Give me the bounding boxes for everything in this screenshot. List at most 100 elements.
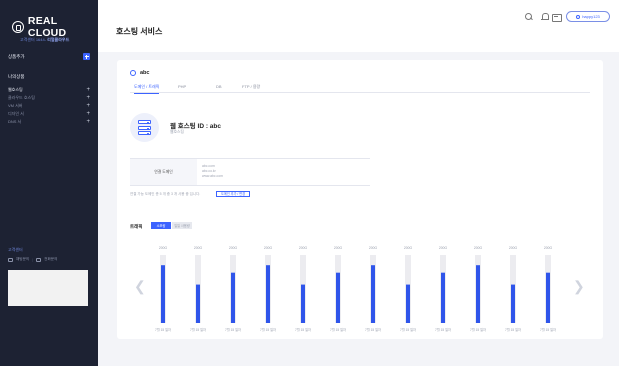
chart-bar[interactable] bbox=[511, 284, 515, 323]
logo-text: REAL CLOUD bbox=[27, 15, 67, 39]
chart-top-label: 200G bbox=[369, 246, 378, 250]
chart-category-label: 7월 15 일자 bbox=[365, 327, 381, 332]
chart-category-label: 7월 15 일자 bbox=[540, 327, 556, 332]
hosting-id-title: 웹 호스팅 ID : abc bbox=[170, 123, 222, 130]
sidebar-item-dns[interactable]: DNS 서 + bbox=[8, 118, 90, 126]
divider: | bbox=[32, 257, 34, 262]
chart-bar-group: 200G 7월 15 일자 bbox=[155, 246, 171, 332]
chart-category-label: 7월 15 일자 bbox=[505, 327, 521, 332]
chart-top-label: 200G bbox=[474, 246, 483, 250]
chart-bar-group: 200G 7월 15 일자 bbox=[505, 246, 521, 332]
chart-bar-group: 200G 7월 15 일자 bbox=[435, 246, 451, 332]
chart-top-label: 200G bbox=[439, 246, 448, 250]
banner-placeholder bbox=[8, 270, 88, 306]
chat-link[interactable]: 채팅문의 bbox=[16, 257, 29, 262]
chart-top-label: 200G bbox=[334, 246, 343, 250]
chart-top-label: 200G bbox=[509, 246, 518, 250]
tab-ftp-storage[interactable]: FTP / 용량 bbox=[242, 84, 260, 90]
chart-category-label: 7월 15 일자 bbox=[330, 327, 346, 332]
chevron-left-icon[interactable]: ❮ bbox=[134, 278, 146, 295]
my-products-heading: 나의상품 bbox=[8, 74, 25, 79]
service-header: abc bbox=[130, 70, 149, 76]
plus-icon[interactable]: + bbox=[86, 95, 90, 101]
hosting-card: abc 도메인 / 트래픽 PHP DB FTP / 용량 웹 호스팅 ID :… bbox=[117, 60, 603, 339]
chart-bar[interactable] bbox=[476, 265, 480, 323]
chart-top-label: 200G bbox=[194, 246, 203, 250]
chart-bar[interactable] bbox=[231, 272, 235, 323]
tab-db[interactable]: DB bbox=[216, 84, 222, 89]
sidebar-item-web-hosting[interactable]: 웹호스팅 + bbox=[8, 86, 90, 94]
sidebar-item-label: 디자인 서 bbox=[8, 111, 24, 116]
sidebar-item-design[interactable]: 디자인 서 + bbox=[8, 110, 90, 118]
chart-bar-group: 200G 7월 15 일자 bbox=[400, 246, 416, 332]
chart-bar-group: 200G 7월 15 일자 bbox=[540, 246, 556, 332]
server-unit bbox=[138, 120, 151, 124]
logo-icon bbox=[12, 21, 24, 33]
phone-icon bbox=[36, 257, 42, 262]
search-icon[interactable] bbox=[525, 13, 532, 20]
chart-top-label: 200G bbox=[264, 246, 273, 250]
tab-php[interactable]: PHP bbox=[178, 84, 186, 89]
add-domain-button[interactable]: 도메인 추가 / 변경 bbox=[216, 190, 250, 197]
chart-bar-group: 200G 7월 15 일자 bbox=[225, 246, 241, 332]
chart-bar-group: 200G 7월 15 일자 bbox=[470, 246, 486, 332]
domain-table-label: 연결 도메인 bbox=[130, 159, 197, 185]
plus-icon[interactable]: + bbox=[86, 111, 90, 117]
add-product-label: 상품추가 bbox=[8, 53, 25, 59]
chart-bar[interactable] bbox=[406, 284, 410, 323]
chart-bar[interactable] bbox=[301, 284, 305, 323]
chart-bar[interactable] bbox=[336, 272, 340, 323]
user-name: happy123 bbox=[582, 14, 600, 19]
document-icon[interactable] bbox=[552, 13, 562, 22]
service-name: abc bbox=[140, 70, 150, 76]
plus-icon[interactable]: + bbox=[86, 103, 90, 109]
sidebar-item-label: 웹호스팅 bbox=[8, 87, 23, 92]
sidebar-item-label: VM 서버 bbox=[8, 103, 23, 108]
chart-top-label: 200G bbox=[229, 246, 238, 250]
domain-table: 연결 도메인 abc.com abc.co.kr www.abc.com bbox=[130, 158, 370, 186]
service-status-icon bbox=[130, 70, 136, 76]
domain-note: 연결 가능 도메인 총 5 개 중 3 개 사용 중 입니다. bbox=[130, 192, 201, 196]
chart-bar[interactable] bbox=[161, 265, 165, 323]
add-product-button[interactable] bbox=[83, 53, 90, 60]
chart-bar[interactable] bbox=[196, 284, 200, 323]
server-icon bbox=[130, 113, 159, 142]
support-line: 고객센터 1644- 리얼클라우드 bbox=[20, 37, 69, 43]
user-menu-button[interactable]: happy123 bbox=[566, 11, 610, 22]
bell-icon[interactable] bbox=[541, 13, 549, 20]
domain-list: abc.com abc.co.kr www.abc.com bbox=[202, 164, 223, 179]
sidebar-item-vm[interactable]: VM 서버 + bbox=[8, 102, 90, 110]
sidebar-item-label: 클라우드 호스팅 bbox=[8, 95, 35, 100]
usage-total-button[interactable]: 소모량 bbox=[151, 222, 171, 229]
chart-top-label: 200G bbox=[299, 246, 308, 250]
chart-bar-group: 200G 7월 15 일자 bbox=[365, 246, 381, 332]
tab-domain-traffic[interactable]: 도메인 / 트래픽 bbox=[134, 84, 160, 94]
add-product-row[interactable]: 상품추가 bbox=[8, 53, 90, 60]
chart-bar[interactable] bbox=[546, 272, 550, 323]
service-tabs: 도메인 / 트래픽 PHP DB FTP / 용량 bbox=[130, 84, 590, 94]
chart-bar-group: 200G 7월 15 일자 bbox=[295, 246, 311, 332]
top-header: 호스팅 서비스 happy123 bbox=[98, 0, 619, 52]
user-icon bbox=[576, 14, 581, 19]
chart-bar-group: 200G 7월 15 일자 bbox=[190, 246, 206, 332]
sidebar-item-cloud-hosting[interactable]: 클라우드 호스팅 + bbox=[8, 94, 90, 102]
chart-bar[interactable] bbox=[441, 272, 445, 323]
chart-category-label: 7월 15 일자 bbox=[260, 327, 276, 332]
traffic-chart: 200G 7월 15 일자 200G 7월 15 일자 200G 7월 15 일자 200G… bbox=[155, 246, 556, 332]
traffic-heading: 트래픽 bbox=[130, 224, 143, 229]
plus-icon[interactable]: + bbox=[86, 87, 90, 93]
chart-category-label: 7월 15 일자 bbox=[295, 327, 311, 332]
page-title: 호스팅 서비스 bbox=[116, 27, 163, 36]
chevron-right-icon[interactable]: ❯ bbox=[573, 278, 585, 295]
chart-bar[interactable] bbox=[371, 265, 375, 323]
chart-bar[interactable] bbox=[266, 265, 270, 323]
server-unit bbox=[138, 125, 151, 130]
sidebar: REAL CLOUD 고객센터 1644- 리얼클라우드 상품추가 나의상품 웹… bbox=[0, 0, 98, 366]
chart-category-label: 7월 15 일자 bbox=[400, 327, 416, 332]
chart-category-label: 7월 15 일자 bbox=[225, 327, 241, 332]
logo[interactable]: REAL CLOUD bbox=[12, 15, 98, 39]
phone-link[interactable]: 전화문의 bbox=[44, 257, 57, 262]
plus-icon[interactable]: + bbox=[86, 119, 90, 125]
support-line-prefix: 고객센터 1644- bbox=[20, 37, 47, 42]
usage-daily-button[interactable]: 일일 사용량 bbox=[172, 222, 192, 229]
